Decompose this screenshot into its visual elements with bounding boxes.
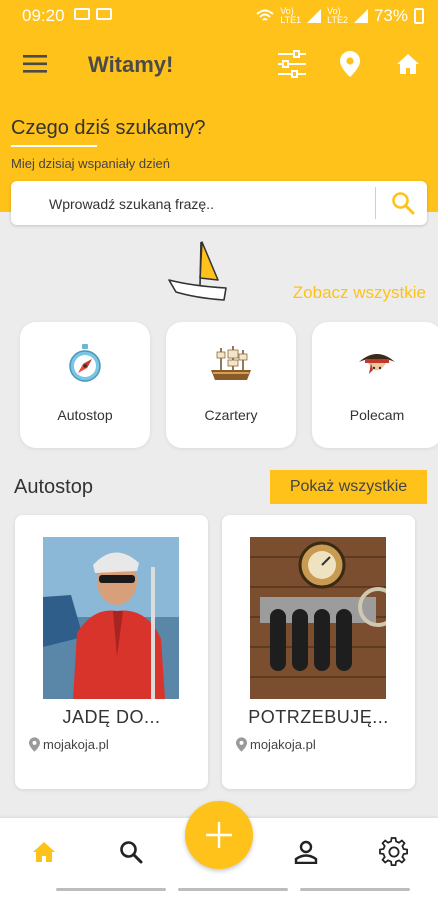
filter-button[interactable] (274, 46, 310, 82)
add-button[interactable] (185, 801, 253, 869)
location-pin-icon (236, 737, 247, 752)
listing-source: mojakoja.pl (236, 737, 316, 752)
search-icon (120, 841, 143, 864)
listing-card[interactable]: POTRZEBUJĘ... mojakoja.pl (222, 515, 415, 789)
listing-source-text: mojakoja.pl (250, 737, 316, 752)
search-divider (375, 187, 376, 219)
gear-icon (379, 837, 409, 866)
app-bar: Witamy! (0, 32, 438, 96)
search-subheading: Miej dzisiaj wspaniały dzień (11, 156, 170, 171)
gesture-bar-left (56, 888, 166, 891)
volte-signal-icon: Vo) LTE1 (280, 6, 302, 25)
compass-icon (69, 344, 101, 382)
user-icon (294, 840, 318, 864)
listing-title: JADĘ DO... (62, 707, 161, 727)
nav-settings[interactable] (374, 832, 414, 872)
gesture-bar-right (300, 888, 410, 891)
home-icon (33, 842, 55, 862)
search-heading: Czego dziś szukamy? (11, 117, 206, 139)
heading-underline (11, 145, 97, 147)
nav-profile[interactable] (286, 832, 326, 872)
listing-card[interactable]: JADĘ DO... mojakoja.pl (15, 515, 208, 789)
category-card-polecam[interactable]: Polecam (312, 322, 438, 448)
home-icon (397, 54, 419, 74)
sailboat-icon (168, 241, 227, 301)
wifi-icon (256, 9, 274, 21)
nav-home[interactable] (24, 832, 64, 872)
category-label: Czartery (204, 407, 258, 423)
category-label: Autostop (57, 407, 113, 423)
page-title: Witamy! (88, 52, 174, 77)
volte-signal-icon-2: Vo) LTE2 (327, 6, 348, 25)
gesture-bar-center (178, 888, 288, 891)
sailor-photo (43, 537, 179, 699)
pirate-hat-icon (359, 354, 395, 374)
plus-icon (206, 822, 232, 848)
section-title-autostop: Autostop (14, 476, 93, 498)
search-button[interactable] (379, 181, 427, 225)
category-card-autostop[interactable]: Autostop (20, 322, 150, 448)
search-icon (392, 192, 415, 215)
location-pin-icon (29, 737, 40, 752)
ship-icon (211, 346, 251, 380)
search-input[interactable] (47, 181, 371, 227)
show-all-button[interactable]: Pokaż wszystkie (270, 470, 427, 504)
battery-level: 73% (373, 6, 408, 25)
listing-title: POTRZEBUJĘ... (248, 707, 389, 727)
signal-icon (307, 9, 322, 23)
notification-icon (96, 8, 112, 20)
signal-icon-2 (353, 9, 368, 23)
boat-equipment-photo (250, 537, 386, 699)
status-time: 09:20 (22, 6, 65, 25)
menu-button[interactable] (20, 52, 50, 76)
home-button[interactable] (393, 48, 423, 80)
sliders-icon (278, 50, 306, 78)
see-all-categories-link[interactable]: Zobacz wszystkie (293, 283, 426, 303)
search-bar (11, 181, 427, 227)
youtube-icon (74, 8, 90, 20)
category-label: Polecam (349, 407, 405, 423)
category-card-czartery[interactable]: Czartery (166, 322, 296, 448)
hamburger-icon (23, 55, 47, 73)
location-button[interactable] (336, 48, 364, 80)
listing-source-text: mojakoja.pl (43, 737, 109, 752)
location-pin-icon (340, 51, 360, 77)
listing-source: mojakoja.pl (29, 737, 109, 752)
status-bar: 09:20 Vo) LTE1 Vo) LTE2 73% (0, 0, 438, 32)
nav-search[interactable] (111, 832, 151, 872)
battery-icon (414, 8, 424, 24)
